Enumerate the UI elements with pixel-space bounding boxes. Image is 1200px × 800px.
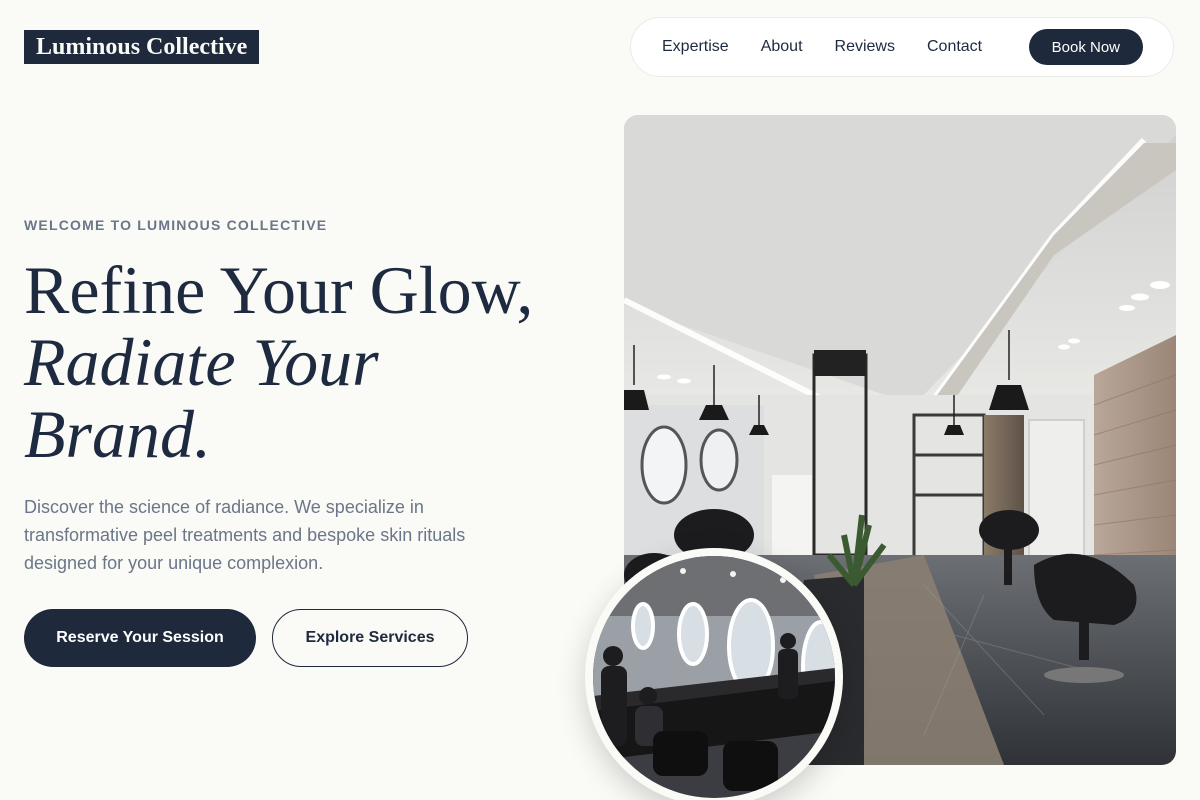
explore-services-button[interactable]: Explore Services	[272, 609, 468, 667]
headline-line-3: Brand.	[24, 396, 211, 472]
brand-logo[interactable]: Luminous Collective	[24, 30, 260, 64]
book-now-button[interactable]: Book Now	[1028, 29, 1143, 65]
headline-line-1: Refine Your Glow,	[24, 252, 534, 328]
hero-description: Discover the science of radiance. We spe…	[24, 497, 466, 573]
nav-link-about[interactable]: About	[761, 38, 803, 56]
nav-link-contact[interactable]: Contact	[927, 38, 982, 56]
nav-link-expertise[interactable]: Expertise	[662, 38, 729, 56]
main-nav: Expertise About Reviews Contact Book Now	[630, 17, 1174, 77]
headline-line-2: Radiate Your	[24, 324, 379, 400]
hero-headline: Refine Your Glow, Radiate Your Brand.	[24, 254, 604, 470]
salon-mirrors-inset-image	[585, 548, 843, 800]
hero-eyebrow: WELCOME TO LUMINOUS COLLECTIVE	[24, 217, 328, 233]
nav-link-reviews[interactable]: Reviews	[835, 38, 895, 56]
reserve-session-button[interactable]: Reserve Your Session	[24, 609, 256, 667]
